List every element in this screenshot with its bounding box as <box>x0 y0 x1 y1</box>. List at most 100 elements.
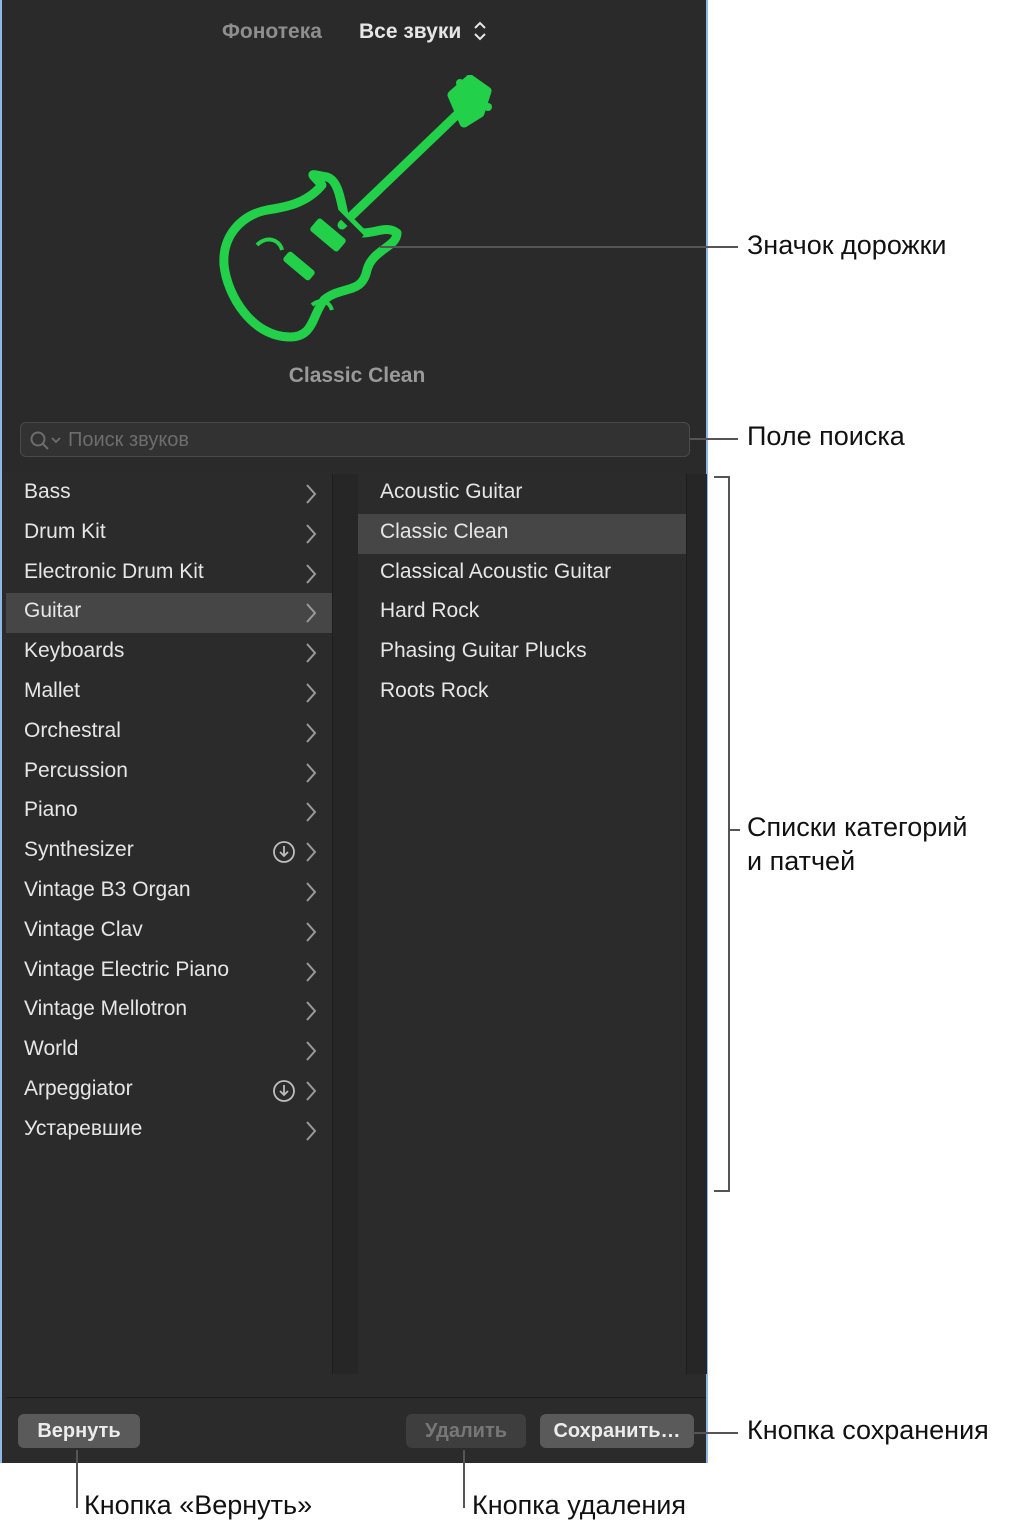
category-label: Arpeggiator <box>24 1077 133 1100</box>
chevron-right-icon <box>306 643 317 663</box>
category-item[interactable]: Keyboards <box>6 633 332 673</box>
category-item[interactable]: Bass <box>6 474 332 514</box>
category-item[interactable]: Guitar <box>6 593 332 634</box>
category-item[interactable]: Piano <box>6 792 332 832</box>
updown-chevron-icon[interactable] <box>472 18 488 44</box>
callout-bracket-tick <box>728 829 740 831</box>
search-input[interactable]: Поиск звуков <box>68 429 189 452</box>
category-label: Mallet <box>24 679 81 702</box>
chevron-right-icon <box>306 882 317 902</box>
patch-label: Roots Rock <box>380 679 489 702</box>
category-label: Drum Kit <box>24 519 106 543</box>
patch-label: Classic Clean <box>380 519 509 543</box>
callout-revert-button: Кнопка «Вернуть» <box>84 1490 313 1520</box>
chevron-right-icon <box>306 842 317 862</box>
search-icon[interactable] <box>29 430 63 450</box>
footer-divider <box>6 1397 706 1398</box>
chevron-right-icon <box>306 484 317 504</box>
save-button[interactable]: Сохранить… <box>540 1414 694 1448</box>
category-label: Keyboards <box>24 639 125 663</box>
callout-lists-line2: и патчей <box>747 846 856 876</box>
search-field[interactable]: Поиск звуков <box>20 422 690 457</box>
category-item[interactable]: Orchestral <box>6 713 332 753</box>
category-item[interactable]: Vintage Electric Piano <box>6 952 332 992</box>
download-icon[interactable] <box>272 840 296 864</box>
patch-item[interactable]: Acoustic Guitar <box>358 474 686 514</box>
category-item[interactable]: Vintage Mellotron <box>6 991 332 1031</box>
library-header: Фонотека Все звуки Classic Clean Поиск з… <box>2 0 706 472</box>
callout-bracket <box>728 476 730 1192</box>
category-item[interactable]: Synthesizer <box>6 832 332 872</box>
category-label: Synthesizer <box>24 838 134 862</box>
chevron-right-icon <box>306 524 317 544</box>
category-label: World <box>24 1037 79 1061</box>
patch-label: Phasing Guitar Plucks <box>380 639 587 663</box>
callout-line-track-icon <box>380 246 738 248</box>
category-label: Устаревшие <box>24 1116 143 1140</box>
patch-item[interactable]: Hard Rock <box>358 593 686 633</box>
scrollbar-track[interactable] <box>686 474 707 1374</box>
callout-line-revert <box>76 1450 78 1508</box>
revert-button[interactable]: Вернуть <box>18 1414 140 1448</box>
column-divider <box>332 474 359 1374</box>
category-item[interactable]: Drum Kit <box>6 514 332 554</box>
category-label: Vintage Mellotron <box>24 997 188 1021</box>
callout-lists-line1: Списки категорий <box>747 812 968 842</box>
category-label: Piano <box>24 798 78 822</box>
category-list: Bass Drum Kit Electronic Drum Kit Guitar Key… <box>6 474 332 1374</box>
callout-save-button: Кнопка сохранения <box>747 1415 989 1445</box>
patch-item[interactable]: Classic Clean <box>358 513 686 554</box>
patch-label: Classical Acoustic Guitar <box>380 559 612 583</box>
callout-bracket-top <box>714 476 730 478</box>
callout-line-search <box>690 438 738 440</box>
category-item[interactable]: Устаревшие <box>6 1111 332 1151</box>
chevron-right-icon <box>306 683 317 703</box>
callout-line-delete <box>463 1450 465 1508</box>
delete-button[interactable]: Удалить <box>406 1414 526 1448</box>
callout-track-icon: Значок дорожки <box>747 230 947 260</box>
library-tab[interactable]: Фонотека <box>222 20 322 44</box>
callout-bracket-bottom <box>714 1190 730 1192</box>
category-label: Electronic Drum Kit <box>24 559 204 583</box>
chevron-right-icon <box>306 961 317 982</box>
patch-list: Acoustic Guitar Classic Clean Classical Ac… <box>358 474 686 1374</box>
category-label: Vintage Electric Piano <box>24 957 230 981</box>
guitar-icon <box>219 75 492 342</box>
download-icon[interactable] <box>272 1079 296 1103</box>
chevron-right-icon <box>306 1121 317 1141</box>
category-label: Vintage Clav <box>24 917 143 941</box>
category-item[interactable]: Mallet <box>6 673 332 713</box>
footer-bar: Вернуть Удалить Сохранить… <box>2 1374 706 1463</box>
chevron-right-icon <box>306 802 317 823</box>
category-item[interactable]: Vintage Clav <box>6 912 332 952</box>
chevron-right-icon <box>306 762 317 783</box>
chevron-right-icon <box>306 563 317 584</box>
chevron-right-icon <box>306 922 317 942</box>
patch-label: Hard Rock <box>380 599 480 623</box>
category-label: Guitar <box>24 599 82 623</box>
callout-line-save <box>692 1432 738 1434</box>
sounds-selector[interactable]: Все звуки <box>359 20 461 44</box>
chevron-right-icon <box>306 1041 317 1061</box>
callout-search-field: Поле поиска <box>747 421 905 451</box>
patch-item[interactable]: Roots Rock <box>358 673 686 713</box>
category-item[interactable]: Percussion <box>6 753 332 793</box>
patch-item[interactable]: Phasing Guitar Plucks <box>358 633 686 673</box>
category-label: Vintage B3 Organ <box>24 878 191 901</box>
chevron-right-icon <box>306 723 317 743</box>
library-panel: Фонотека Все звуки Classic Clean Поиск з… <box>0 0 708 1463</box>
category-label: Orchestral <box>24 718 121 742</box>
category-item[interactable]: Electronic Drum Kit <box>6 554 332 594</box>
callout-delete-button: Кнопка удаления <box>472 1490 686 1520</box>
chevron-right-icon <box>306 603 317 624</box>
chevron-right-icon <box>306 1001 317 1022</box>
patch-label: Acoustic Guitar <box>380 480 523 503</box>
category-label: Bass <box>24 480 71 503</box>
category-item[interactable]: Arpeggiator <box>6 1071 332 1111</box>
chevron-right-icon <box>306 1081 317 1101</box>
patch-name: Classic Clean <box>288 364 426 387</box>
category-item[interactable]: Vintage B3 Organ <box>6 872 332 912</box>
category-item[interactable]: World <box>6 1031 332 1071</box>
patch-item[interactable]: Classical Acoustic Guitar <box>358 554 686 594</box>
category-label: Percussion <box>24 758 128 782</box>
